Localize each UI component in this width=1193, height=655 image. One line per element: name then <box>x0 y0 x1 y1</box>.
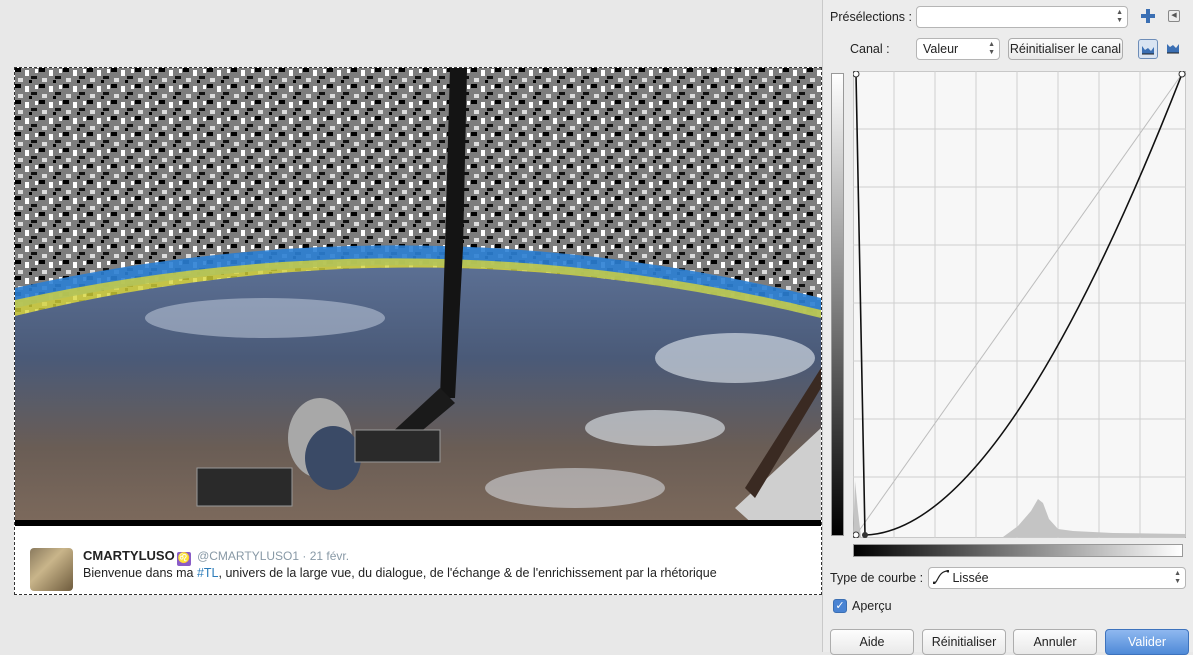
image-selection-frame: CMARTYLUSO ♌ @CMARTYLUSO1 · 21 févr. Bien… <box>14 67 822 595</box>
menu-arrow-icon[interactable]: ◀ <box>1168 10 1180 22</box>
combo-arrows-icon: ▲ ▼ <box>1174 570 1181 585</box>
ok-button[interactable]: Valider <box>1105 629 1189 655</box>
output-gradient-bar <box>831 73 844 536</box>
channel-value: Valeur <box>923 42 959 56</box>
curve-type-label: Type de courbe : <box>830 571 924 585</box>
tweet-text-start: Bienvenue dans ma <box>83 566 197 580</box>
reset-channel-button[interactable]: Réinitialiser le canal <box>1008 38 1123 60</box>
image-canvas[interactable]: CMARTYLUSO ♌ @CMARTYLUSO1 · 21 févr. Bien… <box>0 0 822 652</box>
combo-arrows-icon: ▲ ▼ <box>1116 9 1123 24</box>
zodiac-badge-icon: ♌ <box>176 552 191 566</box>
tweet-text: Bienvenue dans ma #TL, univers de la lar… <box>83 566 717 580</box>
tweet-date[interactable]: 21 févr. <box>310 549 349 563</box>
input-gradient-bar <box>853 544 1183 557</box>
tweet-separator: · <box>302 549 307 563</box>
tweet-text-end: , univers de la large vue, du dialogue, … <box>218 566 717 580</box>
linear-histogram-icon[interactable] <box>1138 39 1158 59</box>
smooth-curve-icon <box>932 569 950 585</box>
help-button[interactable]: Aide <box>830 629 914 655</box>
channel-combo[interactable]: Valeur ▲ ▼ <box>916 38 1000 60</box>
curves-dialog: Présélections : ▲ ▼ ◀ Canal : Valeur ▲ ▼ R… <box>822 0 1193 655</box>
tweet-handle[interactable]: @CMARTYLUSO1 <box>197 549 299 563</box>
tweet-hashtag[interactable]: #TL <box>197 566 219 580</box>
reset-button[interactable]: Réinitialiser <box>922 629 1006 655</box>
curve-type-value: Lissée <box>952 571 989 585</box>
presets-label: Présélections : <box>830 10 912 24</box>
curve-type-combo[interactable]: Lissée ▲ ▼ <box>928 567 1186 589</box>
log-histogram-icon[interactable] <box>1163 39 1183 59</box>
plus-icon[interactable] <box>1140 8 1156 24</box>
preview-checkbox[interactable]: ✓ <box>833 599 847 613</box>
cancel-button[interactable]: Annuler <box>1013 629 1097 655</box>
space-station-photo <box>15 68 821 526</box>
tweet-author-name[interactable]: CMARTYLUSO <box>83 548 175 563</box>
avatar[interactable] <box>30 548 73 591</box>
tweet-header: CMARTYLUSO ♌ @CMARTYLUSO1 · 21 févr. <box>83 548 349 566</box>
channel-label: Canal : <box>850 42 890 56</box>
presets-combo[interactable]: ▲ ▼ <box>916 6 1128 28</box>
preview-label[interactable]: Aperçu <box>852 599 892 613</box>
combo-arrows-icon: ▲ ▼ <box>988 41 995 56</box>
tweet-card: CMARTYLUSO ♌ @CMARTYLUSO1 · 21 févr. Bien… <box>15 526 821 594</box>
curve-graph[interactable] <box>853 71 1186 538</box>
